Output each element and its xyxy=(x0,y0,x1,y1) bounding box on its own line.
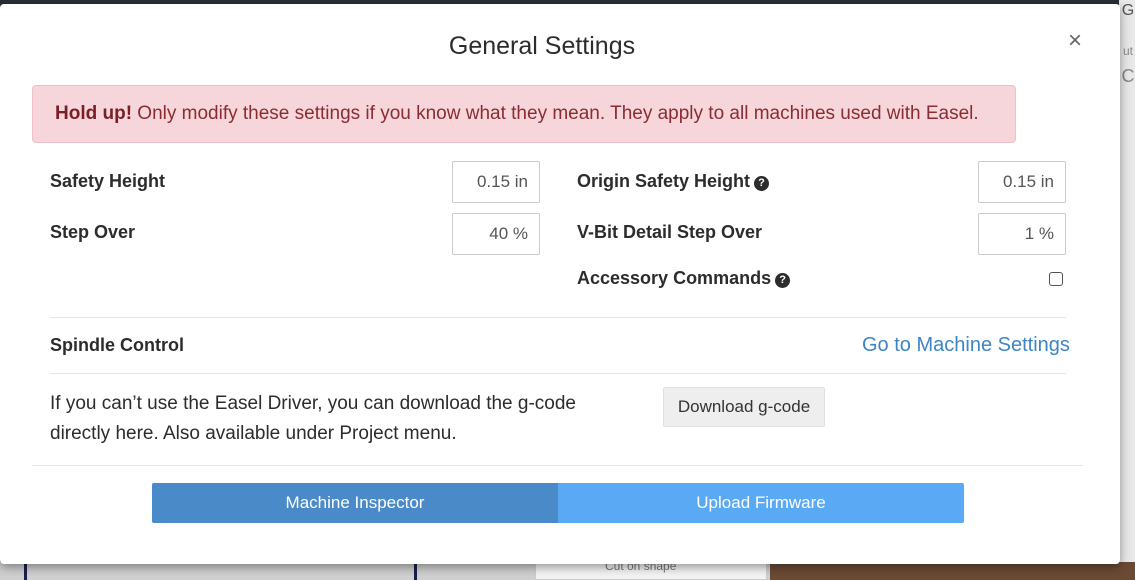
question-circle-icon[interactable]: ? xyxy=(754,176,770,191)
question-circle-icon[interactable]: ? xyxy=(775,273,791,288)
footer-divider xyxy=(32,465,1083,466)
origin-safety-height-input[interactable]: 0.15 in xyxy=(978,161,1066,203)
safety-height-label: Safety Height xyxy=(50,171,166,191)
step-over-input[interactable]: 40 % xyxy=(452,213,540,255)
vbit-step-over-label: V-Bit Detail Step Over xyxy=(577,222,763,242)
modal-title: General Settings xyxy=(448,32,636,60)
step-over-label: Step Over xyxy=(50,222,136,242)
download-gcode-button[interactable]: Download g-code xyxy=(663,387,825,427)
accessory-commands-label-text: Accessory Commands xyxy=(577,268,772,288)
origin-safety-height-label: Origin Safety Height? xyxy=(577,171,770,192)
background-line xyxy=(24,562,27,580)
divider xyxy=(50,317,1066,318)
alert-message: Only modify these settings if you know w… xyxy=(132,103,979,124)
background-right-char: C xyxy=(1121,66,1135,86)
background-app-right xyxy=(1119,0,1135,580)
accessory-commands-checkbox[interactable] xyxy=(1049,272,1063,286)
spindle-control-label: Spindle Control xyxy=(50,335,184,355)
machine-inspector-button[interactable]: Machine Inspector xyxy=(152,483,558,523)
background-line xyxy=(414,562,417,580)
upload-firmware-button[interactable]: Upload Firmware xyxy=(558,483,964,523)
accessory-commands-label: Accessory Commands? xyxy=(577,268,791,289)
vbit-step-over-input[interactable]: 1 % xyxy=(978,213,1066,255)
go-to-machine-settings-link[interactable]: Go to Machine Settings xyxy=(862,334,1070,357)
gcode-info-text: If you can’t use the Easel Driver, you c… xyxy=(50,393,576,444)
alert-strong-text: Hold up! xyxy=(55,103,133,124)
background-right-char: G xyxy=(1121,2,1135,19)
warning-alert: Hold up! Only modify these settings if y… xyxy=(32,85,1016,143)
safety-height-input[interactable]: 0.15 in xyxy=(452,161,540,203)
general-settings-modal: General Settings × Hold up! Only modify … xyxy=(0,4,1120,564)
divider xyxy=(50,373,1066,374)
origin-safety-height-label-text: Origin Safety Height xyxy=(577,171,751,191)
close-icon[interactable]: × xyxy=(1062,28,1088,54)
background-right-char: ut xyxy=(1122,44,1133,58)
background-wood-preview xyxy=(770,562,1135,580)
